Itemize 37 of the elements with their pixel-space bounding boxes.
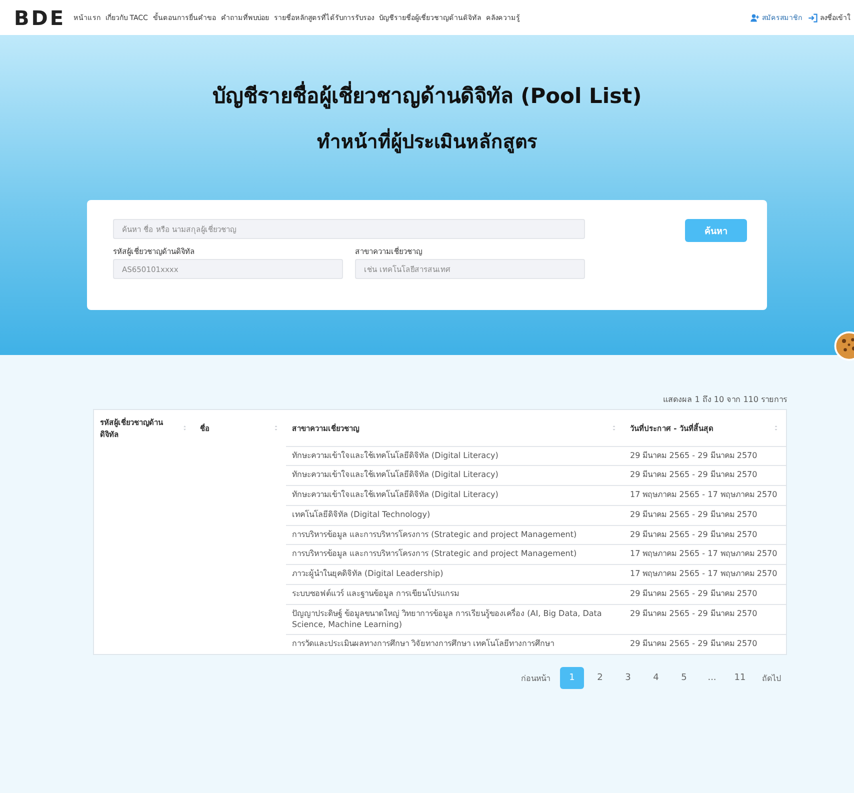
table-cell: 29 มีนาคม 2565 - 29 มีนาคม 2570 (630, 639, 758, 648)
table-cell: ทักษะความเข้าใจและใช้เทคโนโลยีดิจิทัล (Digital Literacy) (292, 450, 498, 460)
site-logo[interactable]: BDE (14, 6, 66, 30)
next-link[interactable]: ถัดไป (756, 672, 787, 685)
table-cell: ทักษะความเข้าใจและใช้เทคโนโลยีดิจิทัล (Digital Literacy) (292, 490, 498, 500)
login-icon (808, 12, 818, 22)
page-subtitle: ทำหน้าที่ผู้ประเมินหลักสูตร (317, 126, 537, 156)
table-cell: ภาวะผู้นำในยุคดิจิทัล (Digital Leadership) (292, 569, 444, 578)
table-cell: 29 มีนาคม 2565 - 29 มีนาคม 2570 (630, 608, 758, 618)
page-link[interactable]: 11 (728, 667, 752, 690)
table-cell: 29 มีนาคม 2565 - 29 มีนาคม 2570 (630, 530, 758, 539)
sort-icon (772, 424, 780, 432)
page-link[interactable]: 4 (644, 667, 668, 690)
table-cell: 29 มีนาคม 2565 - 29 มีนาคม 2570 (630, 510, 758, 519)
page-title: บัญชีรายชื่อผู้เชี่ยวชาญด้านดิจิทัล (Pool List) (212, 79, 642, 112)
sort-icon (272, 424, 280, 432)
table-cell: 29 มีนาคม 2565 - 29 มีนาคม 2570 (630, 450, 758, 460)
page-link[interactable]: ... (700, 667, 724, 690)
table-cell: ปัญญาประดิษฐ์ ข้อมูลขนาดใหญ่ วิทยาการข้อมูล การเรียนรู้ของเครื่อง (AI, Big Data, Data Science, Machine Learning) (292, 608, 602, 629)
page-link[interactable]: 2 (588, 667, 612, 690)
table-cell: 17 พฤษภาคม 2565 - 17 พฤษภาคม 2570 (630, 490, 778, 500)
table-cell: การบริหารข้อมูล และการบริหารโครงการ (Strategic and project Management) (292, 530, 577, 539)
table-cell: ทักษะความเข้าใจและใช้เทคโนโลยีดิจิทัล (Digital Literacy) (292, 470, 498, 480)
add-user-icon (750, 12, 760, 22)
table-cell: 29 มีนาคม 2565 - 29 มีนาคม 2570 (630, 470, 758, 480)
page-link[interactable]: 5 (672, 667, 696, 690)
previous-link[interactable]: ก่อนหน้า (515, 672, 556, 685)
table-cell: 29 มีนาคม 2565 - 29 มีนาคม 2570 (630, 589, 758, 598)
sort-icon (610, 424, 618, 432)
results-count: แสดงผล 1 ถึง 10 จาก 110 รายการ (662, 394, 787, 406)
table-cell: การบริหารข้อมูล และการบริหารโครงการ (Strategic and project Management) (292, 549, 577, 558)
table-cell: ระบบซอฟต์แวร์ และฐานข้อมูล การเขียนโปรแกรม (292, 589, 460, 598)
table-cell: 17 พฤษภาคม 2565 - 17 พฤษภาคม 2570 (630, 569, 778, 578)
table-cell: การวัดและประเมินผลทางการศึกษา วิจัยทางการศึกษา เทคโนโลยีทางการศึกษา (292, 639, 554, 648)
table-cell: 17 พฤษภาคม 2565 - 17 พฤษภาคม 2570 (630, 549, 778, 558)
table-cell: เทคโนโลยีดิจิทัล (Digital Technology) (292, 510, 430, 519)
page-link[interactable]: 3 (616, 667, 640, 690)
